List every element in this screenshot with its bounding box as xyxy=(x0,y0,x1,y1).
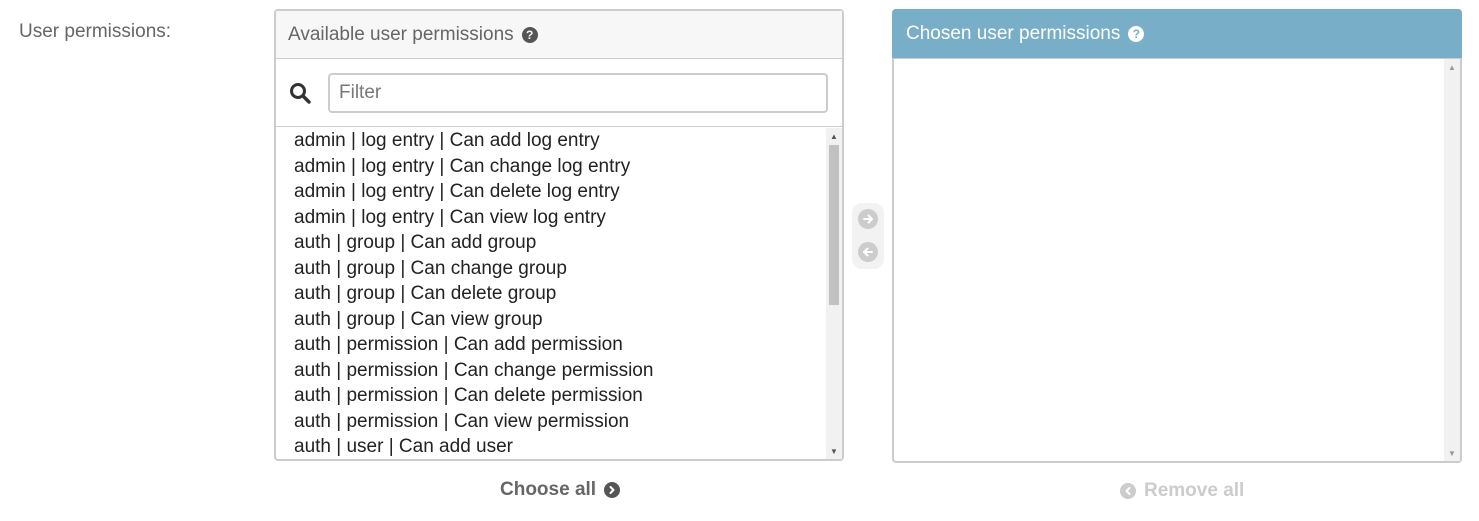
permission-option[interactable]: admin | log entry | Can view log entry xyxy=(294,205,842,231)
chosen-permissions-box: Chosen user permissions ? ▲ ▼ xyxy=(892,9,1462,463)
arrow-right-circle-icon[interactable] xyxy=(858,209,878,229)
question-circle-icon[interactable]: ? xyxy=(1128,25,1145,42)
available-permissions-box: Available user permissions ? admin | log… xyxy=(274,9,844,461)
available-permissions-title: Available user permissions xyxy=(288,23,514,45)
remove-all-label: Remove all xyxy=(1144,480,1245,501)
permission-option[interactable]: auth | permission | Can delete permissio… xyxy=(294,383,842,409)
filter-input[interactable] xyxy=(328,72,828,113)
permission-option[interactable]: auth | group | Can add group xyxy=(294,230,842,256)
permission-option[interactable]: admin | log entry | Can delete log entry xyxy=(294,179,842,205)
filter-row xyxy=(276,59,842,127)
permission-option[interactable]: auth | permission | Can change permissio… xyxy=(294,358,842,384)
choose-all-label: Choose all xyxy=(500,479,597,500)
permission-option[interactable]: auth | group | Can delete group xyxy=(294,281,842,307)
field-label: User permissions: xyxy=(19,21,172,42)
scroll-thumb[interactable] xyxy=(829,145,839,305)
scroll-down-arrow-icon[interactable]: ▼ xyxy=(1444,445,1460,461)
arrow-left-circle-icon[interactable] xyxy=(858,242,878,262)
remove-all-link[interactable]: Remove all xyxy=(1120,480,1244,502)
chevron-right-circle-icon xyxy=(604,482,621,498)
available-options: admin | log entry | Can add log entry adm… xyxy=(276,128,842,459)
permission-option[interactable]: admin | log entry | Can change log entry xyxy=(294,154,842,180)
chosen-permissions-list[interactable]: ▲ ▼ xyxy=(894,59,1460,461)
available-permissions-list[interactable]: admin | log entry | Can add log entry adm… xyxy=(276,128,842,459)
available-permissions-header: Available user permissions ? xyxy=(276,11,842,59)
chosen-permissions-title: Chosen user permissions xyxy=(906,22,1121,44)
permission-option[interactable]: auth | permission | Can view permission xyxy=(294,409,842,435)
scroll-up-arrow-icon[interactable]: ▲ xyxy=(1444,59,1460,75)
choose-all-link[interactable]: Choose all xyxy=(500,479,621,501)
permission-option[interactable]: auth | group | Can view group xyxy=(294,307,842,333)
search-icon xyxy=(288,81,312,105)
chevron-left-circle-icon xyxy=(1120,483,1136,499)
permission-option[interactable]: admin | log entry | Can add log entry xyxy=(294,128,842,154)
permission-option[interactable]: auth | user | Can add user xyxy=(294,434,842,459)
selector-chooser xyxy=(852,203,884,269)
scroll-down-arrow-icon[interactable]: ▼ xyxy=(826,443,842,459)
question-circle-icon[interactable]: ? xyxy=(521,26,538,43)
chosen-permissions-header: Chosen user permissions ? xyxy=(892,9,1462,59)
scroll-up-arrow-icon[interactable]: ▲ xyxy=(826,128,842,144)
chosen-scrollbar[interactable]: ▲ ▼ xyxy=(1444,59,1460,461)
available-scrollbar[interactable]: ▲ ▼ xyxy=(826,128,842,459)
permission-option[interactable]: auth | group | Can change group xyxy=(294,256,842,282)
permission-option[interactable]: auth | permission | Can add permission xyxy=(294,332,842,358)
